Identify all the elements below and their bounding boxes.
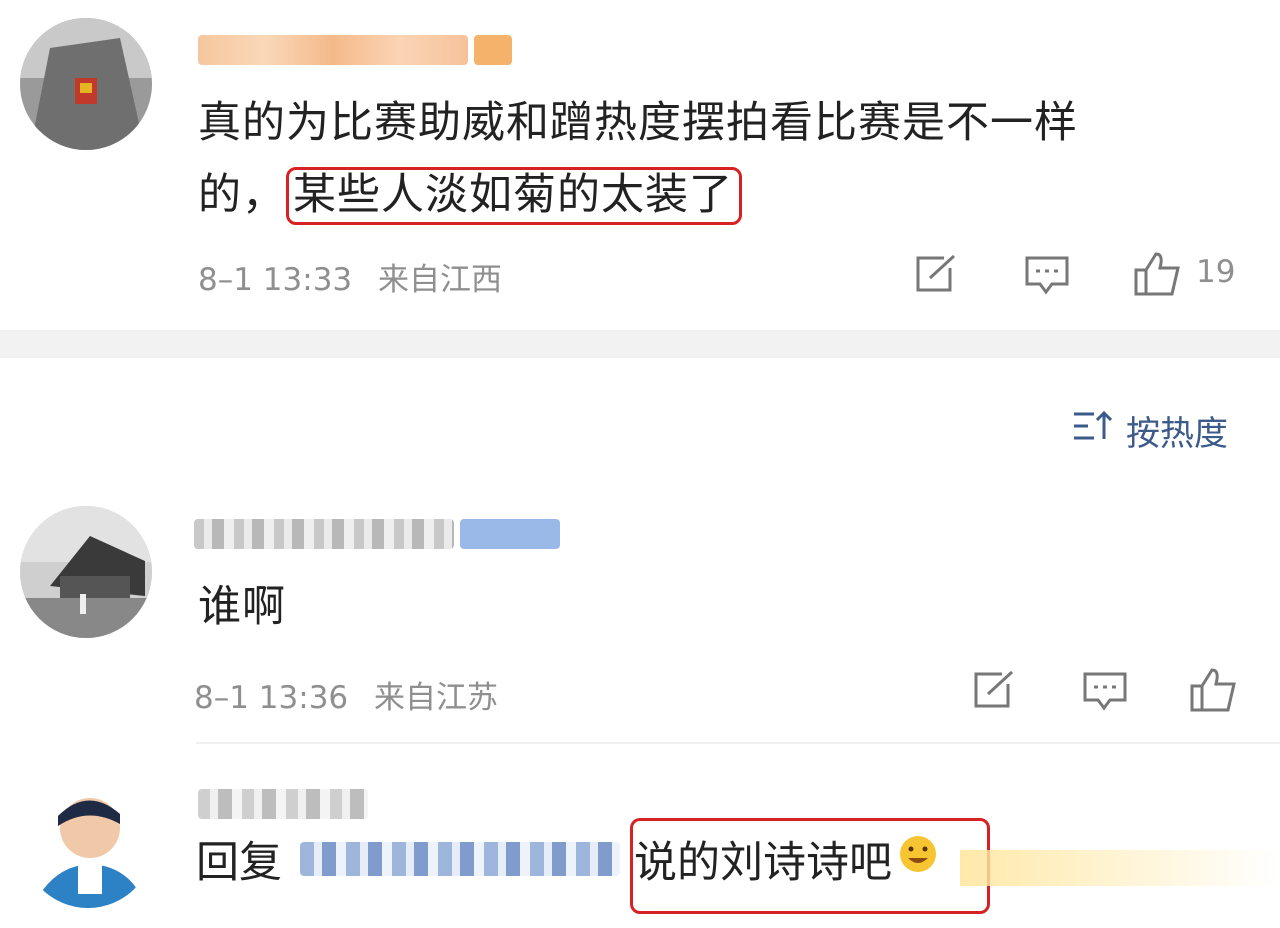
like-icon[interactable] [1188, 666, 1240, 718]
section-divider [0, 330, 1280, 358]
reply-prefix: 回复 [196, 838, 282, 888]
username-blurred[interactable] [198, 26, 512, 74]
sort-by-hot-button[interactable]: 按热度 [1072, 406, 1228, 454]
sort-icon [1072, 409, 1113, 452]
avatar[interactable] [20, 506, 152, 638]
comment-icon[interactable] [1024, 254, 1070, 300]
reply-text: 谁啊 [198, 582, 286, 632]
location: 来自江西 [378, 262, 502, 298]
username-blurred[interactable] [198, 780, 368, 828]
sort-label: 按热度 [1126, 413, 1228, 454]
avatar[interactable] [22, 776, 154, 908]
highlight-box [630, 818, 990, 914]
like-count: 19 [1196, 254, 1236, 290]
fade-overlay [960, 850, 1280, 886]
comment-icon[interactable] [1082, 670, 1128, 716]
divider [196, 742, 1280, 744]
comment-text-line2: 的， 某些人淡如菊的太装了 [198, 160, 742, 230]
comment-meta: 8–1 13:33 来自江西 [198, 254, 502, 299]
mention-blurred[interactable] [300, 842, 620, 876]
highlight-box: 某些人淡如菊的太装了 [286, 167, 742, 225]
avatar[interactable] [20, 18, 152, 150]
reply-meta: 8–1 13:36 来自江苏 [194, 672, 498, 717]
share-icon[interactable] [914, 254, 958, 298]
like-icon[interactable] [1132, 250, 1184, 302]
share-icon[interactable] [972, 670, 1016, 714]
comment-text: 真的为比赛助威和蹭热度摆拍看比赛是不一样 [198, 98, 1078, 148]
username-blurred[interactable] [194, 510, 560, 558]
timestamp: 8–1 13:36 [194, 680, 349, 716]
location: 来自江苏 [374, 680, 498, 716]
timestamp: 8–1 13:33 [198, 262, 353, 298]
